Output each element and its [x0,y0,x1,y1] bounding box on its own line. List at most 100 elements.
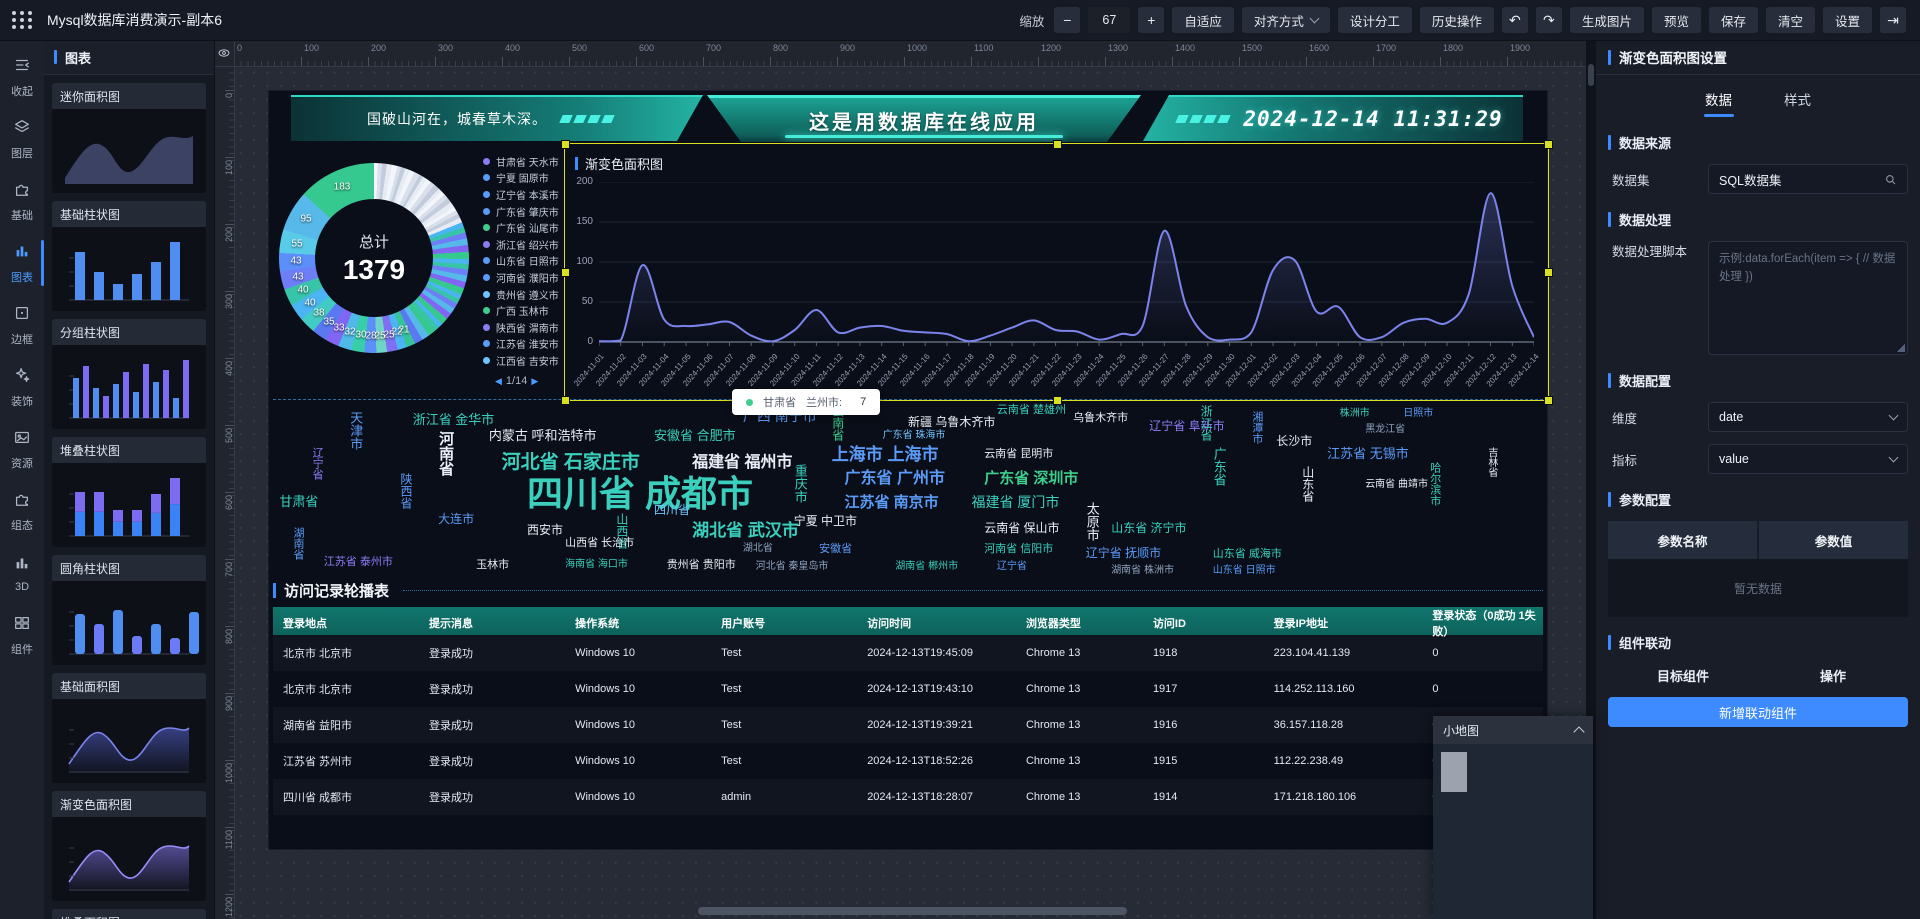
sidebar-item-组件[interactable]: 组件 [0,604,44,666]
widget-panel-header: 图表 [44,40,214,75]
tab-style[interactable]: 样式 [1784,89,1811,117]
table-row[interactable]: 北京市 北京市登录成功Windows 10Test2024-12-13T19:4… [273,671,1543,707]
sidebar-item-基础[interactable]: 基础 [0,170,44,232]
tab-data[interactable]: 数据 [1705,89,1732,117]
save-button[interactable]: 保存 [1709,7,1758,33]
dotted-divider [403,590,1543,591]
table-row[interactable]: 江苏省 苏州市登录成功Windows 10Test2024-12-13T18:5… [273,743,1543,779]
undo-icon[interactable]: ↶ [1502,7,1528,33]
page-prev-icon[interactable]: ◀ [495,376,502,387]
table-cell: Windows 10 [565,719,711,731]
resize-handle-se[interactable] [1544,396,1553,405]
widget-card-分组柱状图[interactable]: 分组柱状图 [52,319,206,429]
wordcloud-word: 云南省 保山市 [984,522,1059,534]
widget-card-基础面积图[interactable]: 基础面积图 [52,673,206,783]
generate-image-button[interactable]: 生成图片 [1570,7,1644,33]
chevron-up-icon[interactable] [1573,726,1584,737]
section-data-processing: 数据处理 [1608,210,1908,229]
legend-label: 广西 玉林市 [496,303,549,318]
widget-card-基础柱状图[interactable]: 基础柱状图 [52,201,206,311]
canvas-workspace[interactable]: 国破山河在，城春草木深。 这是用数据库在线应用 2024-12-14 11:31… [234,66,1586,919]
widget-card-渐变色面积图[interactable]: 渐变色面积图 [52,791,206,901]
search-icon [1884,173,1897,186]
resize-handle-n[interactable] [1053,140,1062,149]
table-row[interactable]: 北京市 北京市登录成功Windows 10Test2024-12-13T19:4… [273,635,1543,671]
slice-value-label: 95 [300,214,311,225]
wordcloud-component[interactable]: 甘肃省天津市辽宁省湖南省江苏省 泰州市浙江省 金华市河南省陕西省内蒙古 呼和浩特… [273,399,1543,582]
ruler-corner[interactable] [214,40,235,67]
zoom-out-button[interactable]: − [1054,7,1080,33]
zoom-label: 缩放 [1019,11,1044,30]
table-row[interactable]: 湖南省 益阳市登录成功Windows 10Test2024-12-13T19:3… [273,707,1543,743]
sidebar-item-装饰[interactable]: 装饰 [0,356,44,418]
widget-card-圆角柱状图[interactable]: 圆角柱状图 [52,555,206,665]
widget-card-堆叠面积图[interactable]: 堆叠面积图 [52,909,206,919]
ruler-number: 1300 [1108,43,1128,53]
table-cell: 湖南省 益阳市 [273,717,419,733]
widget-card-迷你面积图[interactable]: 迷你面积图 [52,83,206,193]
history-button[interactable]: 历史操作 [1420,7,1494,33]
design-split-button[interactable]: 设计分工 [1338,7,1412,33]
ruler-number: 1100 [974,43,993,53]
sidebar-item-边框[interactable]: 边框 [0,294,44,356]
zoom-in-button[interactable]: + [1138,7,1164,33]
resize-handle-e[interactable] [1544,268,1553,277]
resize-handle-nw[interactable] [561,140,570,149]
table-cell: Windows 10 [565,791,711,803]
dashboard-preview[interactable]: 国破山河在，城春草木深。 这是用数据库在线应用 2024-12-14 11:31… [268,90,1548,850]
scrollbar-thumb[interactable] [698,907,1127,915]
dataset-label: 数据集 [1612,170,1708,189]
sidebar-item-图表[interactable]: 图表 [0,232,44,294]
resize-handle-w[interactable] [561,268,570,277]
sidebar-item-资源[interactable]: 资源 [0,418,44,480]
wordcloud-word: 海南省 海口市 [565,560,628,570]
minimap-header[interactable]: 小地图 [1433,716,1593,744]
legend-label: 陕西省 渭南市 [496,320,559,335]
canvas-area[interactable]: 0100200300400500600700800900100011001200… [214,40,1586,919]
horizontal-scrollbar[interactable] [234,907,1586,917]
chart-3d-icon [13,554,31,577]
operation-header: 操作 [1758,666,1908,685]
page-next-icon[interactable]: ▶ [531,376,538,387]
metric-value: value [1719,452,1749,466]
widget-thumbnail-bars-round [52,581,206,665]
script-textarea[interactable]: 示例:data.forEach(item => { // 数据处理 }) [1708,241,1908,355]
donut-chart-component[interactable]: 总计 1379 21222525283032333538404043435595… [273,145,583,395]
access-table-component[interactable]: 访问记录轮播表 登录地点提示消息操作系统用户账号访问时间浏览器类型访问ID登录I… [273,577,1543,815]
resize-handle-sw[interactable] [561,396,570,405]
clear-button[interactable]: 清空 [1766,7,1815,33]
table-row[interactable]: 四川省 成都市登录成功Windows 10admin2024-12-13T18:… [273,779,1543,815]
widget-thumbnail-bars-stack [52,463,206,547]
add-linkage-button[interactable]: 新增联动组件 [1608,697,1908,727]
ruler-tick [569,57,570,66]
preview-button[interactable]: 预览 [1652,7,1701,33]
minimap-body[interactable] [1433,744,1593,919]
sidebar-item-图层[interactable]: 图层 [0,108,44,170]
gradient-area-chart-component[interactable]: 渐变色面积图 050100150200 2024-11-012024-11-02… [564,143,1549,401]
table-cell: 171.218.180.106 [1264,791,1423,803]
widget-card-堆叠柱状图[interactable]: 堆叠柱状图 [52,437,206,547]
sidebar-item-收起[interactable]: 收起 [0,46,44,108]
donut-total-value: 1379 [343,254,405,286]
align-dropdown[interactable]: 对齐方式 [1242,7,1330,33]
metric-select[interactable]: value [1708,444,1908,474]
redo-icon[interactable]: ↷ [1536,7,1562,33]
puzzle-icon [13,490,31,513]
settings-button[interactable]: 设置 [1823,7,1872,33]
fit-button[interactable]: 自适应 [1172,7,1234,33]
table-cell: 四川省 成都市 [273,789,419,805]
legend-label: 江西省 吉安市 [496,353,559,368]
resize-handle-ne[interactable] [1544,140,1553,149]
resize-handle-s[interactable] [1053,396,1062,405]
sidebar-item-3D[interactable]: 3D [0,542,44,604]
dataset-input[interactable]: SQL数据集 [1708,164,1908,194]
dimension-select[interactable]: date [1708,402,1908,432]
apps-grid-icon[interactable] [12,11,33,29]
sidebar-item-组态[interactable]: 组态 [0,480,44,542]
accent-bar [575,157,578,170]
table-cell: 登录成功 [419,681,565,697]
minimap-viewport[interactable] [1441,752,1467,792]
collapse-panel-icon[interactable]: ⇥ [1880,7,1906,33]
divider-handle[interactable] [1588,64,1594,86]
ruler-number: 700 [224,562,234,577]
